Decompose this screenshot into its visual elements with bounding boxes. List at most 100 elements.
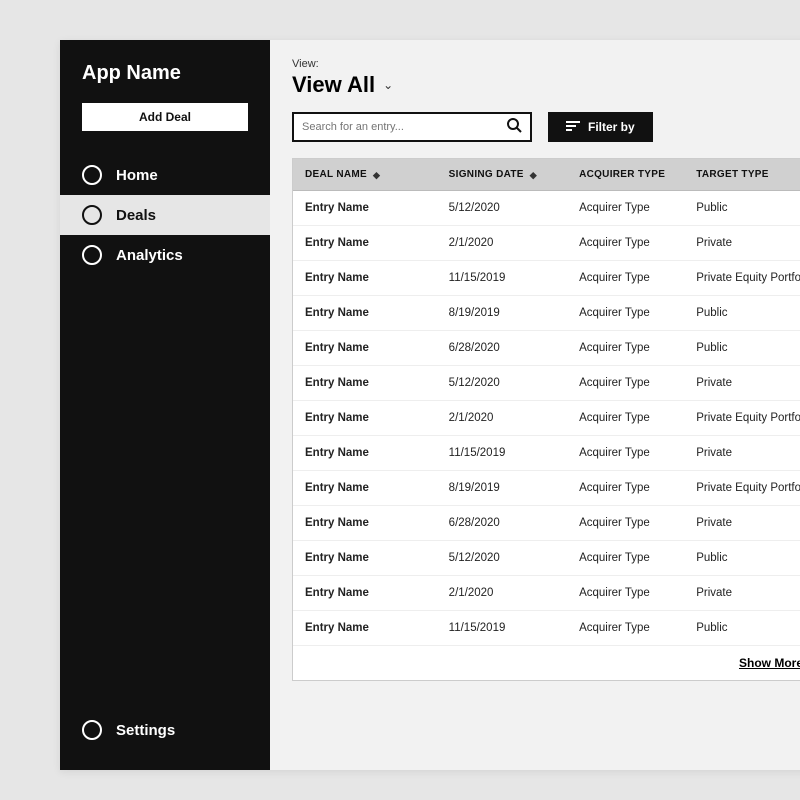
sidebar-item-analytics[interactable]: Analytics: [60, 235, 270, 275]
cell-deal-name: Entry Name: [293, 401, 437, 435]
column-header-target-type: TARGET TYPE: [684, 159, 800, 190]
cell-deal-name: Entry Name: [293, 331, 437, 365]
search-input[interactable]: [302, 121, 506, 133]
cell-acquirer-type: Acquirer Type: [567, 611, 684, 645]
table-row[interactable]: Entry Name6/28/2020Acquirer TypePublic: [293, 331, 800, 366]
cell-deal-name: Entry Name: [293, 226, 437, 260]
cell-target-type: Private Equity Portfolio: [684, 471, 800, 505]
cell-deal-name: Entry Name: [293, 576, 437, 610]
cell-deal-name: Entry Name: [293, 296, 437, 330]
sort-icon: ◆: [530, 172, 537, 178]
cell-signing-date: 5/12/2020: [437, 366, 567, 400]
column-header-signing-date[interactable]: SIGNING DATE ◆: [437, 159, 567, 190]
cell-signing-date: 11/15/2019: [437, 611, 567, 645]
cell-target-type: Private: [684, 366, 800, 400]
cell-deal-name: Entry Name: [293, 611, 437, 645]
cell-signing-date: 6/28/2020: [437, 506, 567, 540]
table-row[interactable]: Entry Name2/1/2020Acquirer TypePrivate: [293, 576, 800, 611]
filter-button-label: Filter by: [588, 120, 635, 134]
cell-signing-date: 8/19/2019: [437, 296, 567, 330]
cell-deal-name: Entry Name: [293, 191, 437, 225]
cell-acquirer-type: Acquirer Type: [567, 191, 684, 225]
cell-deal-name: Entry Name: [293, 541, 437, 575]
column-label: SIGNING DATE: [449, 169, 524, 180]
cell-target-type: Public: [684, 296, 800, 330]
cell-acquirer-type: Acquirer Type: [567, 401, 684, 435]
cell-target-type: Public: [684, 331, 800, 365]
table-row[interactable]: Entry Name2/1/2020Acquirer TypePrivate: [293, 226, 800, 261]
table-row[interactable]: Entry Name5/12/2020Acquirer TypePublic: [293, 541, 800, 576]
cell-acquirer-type: Acquirer Type: [567, 436, 684, 470]
filter-icon: [566, 120, 580, 134]
view-label: View:: [292, 58, 800, 70]
column-label: ACQUIRER TYPE: [579, 169, 665, 180]
cell-deal-name: Entry Name: [293, 436, 437, 470]
cell-signing-date: 8/19/2019: [437, 471, 567, 505]
column-label: TARGET TYPE: [696, 169, 769, 180]
cell-signing-date: 5/12/2020: [437, 191, 567, 225]
sidebar-item-home[interactable]: Home: [60, 155, 270, 195]
sidebar-item-label: Analytics: [116, 247, 183, 264]
cell-deal-name: Entry Name: [293, 366, 437, 400]
cell-target-type: Public: [684, 541, 800, 575]
sidebar-item-settings[interactable]: Settings: [60, 710, 270, 750]
table-row[interactable]: Entry Name11/15/2019Acquirer TypePublic: [293, 611, 800, 646]
sidebar-nav: Home Deals Analytics: [60, 155, 270, 275]
table-row[interactable]: Entry Name11/15/2019Acquirer TypePrivate: [293, 436, 800, 471]
deals-table: DEAL NAME ◆ SIGNING DATE ◆ ACQUIRER TYPE…: [292, 158, 800, 681]
cell-acquirer-type: Acquirer Type: [567, 331, 684, 365]
view-selector[interactable]: View All ⌄: [292, 72, 800, 98]
cell-signing-date: 5/12/2020: [437, 541, 567, 575]
circle-icon: [82, 165, 102, 185]
cell-target-type: Private: [684, 436, 800, 470]
sidebar-nav-bottom: Settings: [60, 710, 270, 750]
cell-signing-date: 2/1/2020: [437, 401, 567, 435]
cell-target-type: Private: [684, 226, 800, 260]
sidebar-item-deals[interactable]: Deals: [60, 195, 270, 235]
cell-deal-name: Entry Name: [293, 471, 437, 505]
main-panel: View: View All ⌄ Filter by DEAL: [270, 40, 800, 770]
cell-target-type: Public: [684, 191, 800, 225]
cell-acquirer-type: Acquirer Type: [567, 576, 684, 610]
cell-deal-name: Entry Name: [293, 506, 437, 540]
cell-target-type: Public: [684, 611, 800, 645]
cell-signing-date: 11/15/2019: [437, 436, 567, 470]
filter-button[interactable]: Filter by: [548, 112, 653, 142]
cell-signing-date: 2/1/2020: [437, 226, 567, 260]
show-more-link[interactable]: Show More: [293, 646, 800, 680]
sidebar-item-label: Home: [116, 167, 158, 184]
table-row[interactable]: Entry Name2/1/2020Acquirer TypePrivate E…: [293, 401, 800, 436]
sidebar: App Name Add Deal Home Deals Analytics S…: [60, 40, 270, 770]
table-row[interactable]: Entry Name8/19/2019Acquirer TypePrivate …: [293, 471, 800, 506]
sort-icon: ◆: [373, 172, 380, 178]
column-header-acquirer-type: ACQUIRER TYPE: [567, 159, 684, 190]
table-header: DEAL NAME ◆ SIGNING DATE ◆ ACQUIRER TYPE…: [293, 159, 800, 191]
add-deal-button[interactable]: Add Deal: [82, 103, 248, 131]
cell-target-type: Private Equity Portfolio: [684, 401, 800, 435]
cell-signing-date: 2/1/2020: [437, 576, 567, 610]
table-row[interactable]: Entry Name6/28/2020Acquirer TypePrivate: [293, 506, 800, 541]
cell-signing-date: 11/15/2019: [437, 261, 567, 295]
cell-acquirer-type: Acquirer Type: [567, 296, 684, 330]
column-label: DEAL NAME: [305, 169, 367, 180]
column-header-deal-name[interactable]: DEAL NAME ◆: [293, 159, 437, 190]
table-row[interactable]: Entry Name5/12/2020Acquirer TypePublic: [293, 191, 800, 226]
cell-signing-date: 6/28/2020: [437, 331, 567, 365]
cell-acquirer-type: Acquirer Type: [567, 506, 684, 540]
search-icon: [506, 117, 522, 138]
table-row[interactable]: Entry Name5/12/2020Acquirer TypePrivate: [293, 366, 800, 401]
table-body: Entry Name5/12/2020Acquirer TypePublicEn…: [293, 191, 800, 646]
cell-acquirer-type: Acquirer Type: [567, 226, 684, 260]
search-input-wrapper[interactable]: [292, 112, 532, 142]
table-row[interactable]: Entry Name8/19/2019Acquirer TypePublic: [293, 296, 800, 331]
cell-target-type: Private: [684, 506, 800, 540]
table-row[interactable]: Entry Name11/15/2019Acquirer TypePrivate…: [293, 261, 800, 296]
cell-target-type: Private Equity Portfolio: [684, 261, 800, 295]
circle-icon: [82, 205, 102, 225]
sidebar-item-label: Settings: [116, 722, 175, 739]
circle-icon: [82, 720, 102, 740]
view-current: View All: [292, 72, 375, 98]
cell-acquirer-type: Acquirer Type: [567, 541, 684, 575]
cell-acquirer-type: Acquirer Type: [567, 366, 684, 400]
cell-acquirer-type: Acquirer Type: [567, 261, 684, 295]
